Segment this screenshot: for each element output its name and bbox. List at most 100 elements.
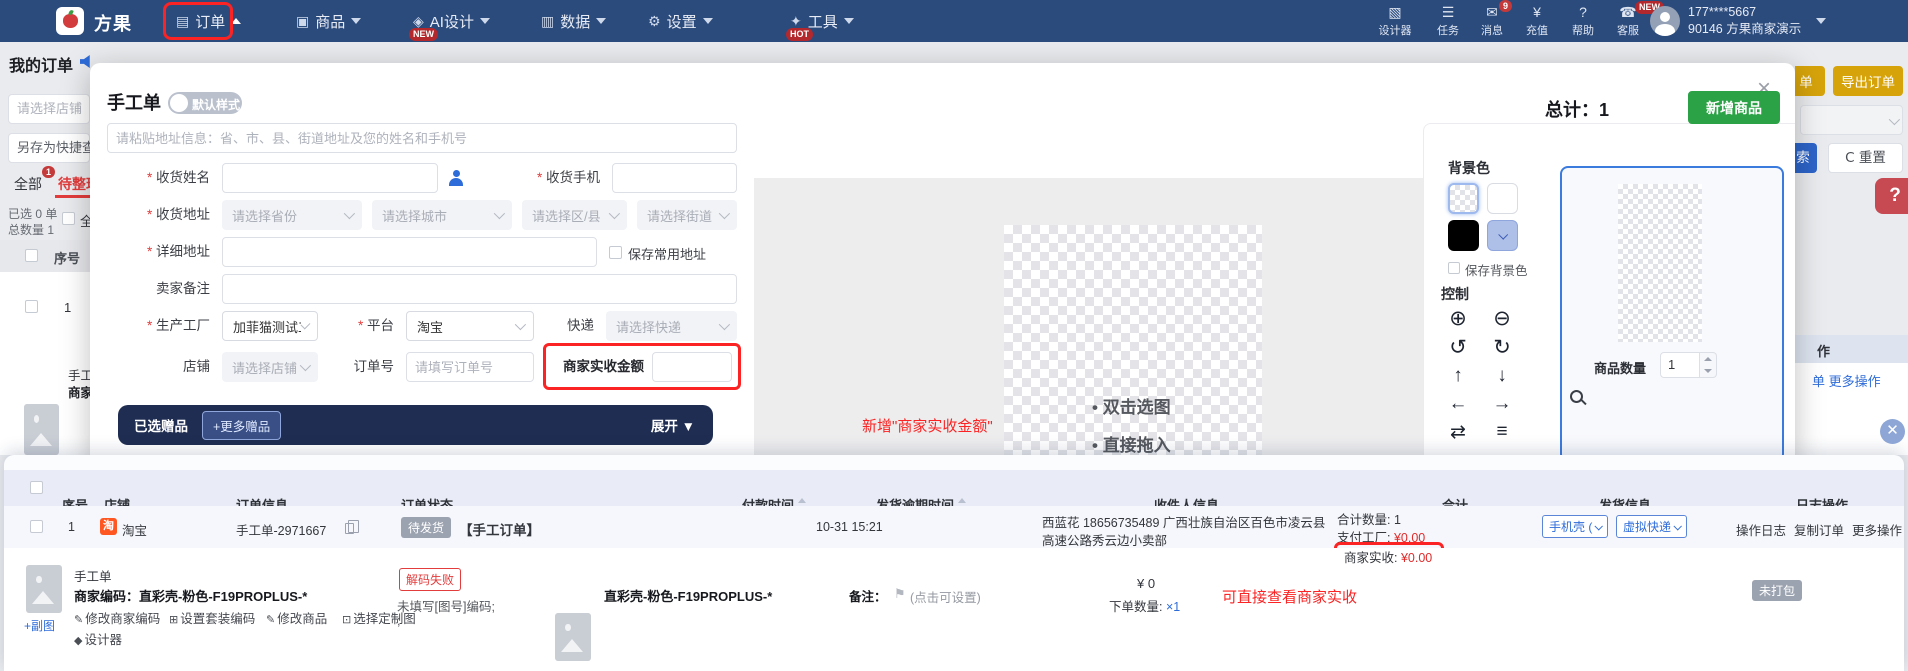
add-product-button[interactable]: 新增商品 [1688,91,1780,124]
move-up-icon[interactable]: ↑ [1446,365,1470,387]
set-suit-code-link[interactable]: ⊞ 设置套装编码 [169,608,255,627]
quick-designer[interactable]: ▧ 设计器 [1373,4,1417,38]
shop-filter-select[interactable]: 请选择店铺 [8,94,90,124]
tab-pending[interactable]: 待整理 [58,174,90,194]
op-log-link[interactable]: 操作日志 [1736,520,1786,539]
print-order-button-fragment[interactable]: 单 [1795,66,1825,96]
case-type-chip[interactable]: 手机壳 ( [1542,515,1609,538]
preview-zoom-icon[interactable] [1570,390,1583,403]
help-float-button[interactable]: ? [1875,178,1908,214]
receiver-name-input[interactable] [222,163,438,193]
expand-button[interactable]: 展开 ▼ [651,415,695,435]
nav-settings[interactable]: ⚙ 设置 [648,0,713,42]
virtual-express-chip[interactable]: 虚拟快递 [1616,515,1688,538]
express-select[interactable]: 请选择快递 [606,311,737,341]
product-card[interactable]: 商品数量 1 [1560,166,1784,462]
district-select[interactable]: 请选择区/县 [522,200,627,230]
name-label: 收货姓名 [128,163,210,193]
platform-select[interactable]: 淘宝 [406,311,534,341]
swatch-white[interactable] [1487,183,1518,214]
reset-button[interactable]: C 重置 [1828,143,1903,173]
account-merchant: 90146 方果商家演示 [1688,22,1802,36]
row-checkbox[interactable] [25,300,38,313]
default-style-toggle[interactable]: 默认样式 [168,92,242,114]
qty-stepper[interactable] [1700,352,1717,378]
copy-icon[interactable] [345,519,359,534]
account-caret-icon[interactable] [1816,18,1826,24]
zoom-in-icon[interactable]: ⊕ [1446,306,1470,331]
swatch-custom-dropdown[interactable] [1487,220,1518,251]
detail-address-input[interactable] [222,237,597,267]
announcement-icon[interactable] [80,55,90,68]
qty-input[interactable]: 1 [1660,352,1700,378]
receiver-phone-input[interactable] [612,163,737,193]
order-number: 手工单-2971667 [236,524,327,538]
merchant-amount-input[interactable] [652,352,732,382]
qty-down-icon[interactable] [1700,365,1716,377]
swatch-black[interactable] [1448,220,1479,251]
move-down-icon[interactable]: ↓ [1490,365,1514,387]
nav-data[interactable]: ▥ 数据 [541,0,607,42]
tab-all[interactable]: 全部 [14,174,42,194]
search-button-fragment[interactable]: 索 [1795,143,1817,173]
design-canvas[interactable]: 双击选图 直接拖入 新增"商家实收金额" [754,178,1423,470]
align-icon[interactable]: ≡ [1490,421,1514,443]
product-preview[interactable] [1618,184,1702,342]
ops-links-fragment[interactable]: 单 更多操作 [1812,371,1881,390]
canvas-transparent-area[interactable]: 双击选图 直接拖入 [1004,225,1262,470]
avatar[interactable] [1650,6,1680,36]
export-orders-button[interactable]: 导出订单 [1833,66,1903,96]
city-select[interactable]: 请选择城市 [372,200,512,230]
nav-orders[interactable]: ▤ 订单 [176,0,242,42]
sheet-header-checkbox[interactable] [30,481,43,494]
factory-select[interactable]: 加菲猫测试工厂 [222,311,318,341]
move-right-icon[interactable]: → [1490,393,1514,415]
rotate-left-icon[interactable]: ↺ [1446,335,1470,360]
quick-tasks[interactable]: ☰ 任务 [1426,4,1470,38]
sheet-close-icon[interactable]: ✕ [1880,419,1905,444]
taobao-icon: 淘 [100,518,117,535]
designer-link[interactable]: ◆ 设计器 [74,629,122,648]
brand-logo[interactable] [56,7,84,35]
sku-thumbnail[interactable] [555,613,591,661]
nav-goods[interactable]: ▣ 商品 [296,0,362,42]
contacts-icon[interactable] [448,170,464,186]
rotate-right-icon[interactable]: ↻ [1490,335,1514,360]
header-checkbox[interactable] [25,249,38,262]
orderno-input[interactable] [406,352,534,382]
flag-icon[interactable]: ⚑ [894,586,906,602]
edit-code-link[interactable]: ✎ 修改商家编码 [74,608,160,627]
quick-help[interactable]: ? 帮助 [1561,4,1605,38]
remark-hint[interactable]: (点击可设置) [910,587,981,606]
qty-up-icon[interactable] [1700,353,1716,365]
save-address-checkbox[interactable] [609,246,622,259]
addr-label: 收货地址 [128,200,210,230]
swatch-transparent[interactable] [1448,183,1479,214]
more-ops-link[interactable]: 更多操作 [1852,520,1902,539]
add-sub-image-link[interactable]: +副图 [24,617,55,634]
quick-recharge[interactable]: ¥ 充值 [1515,4,1559,38]
row-no: 1 [64,300,72,315]
move-left-icon[interactable]: ← [1446,393,1470,415]
more-gifts-button[interactable]: +更多赠品 [202,410,282,440]
seller-remark-input[interactable] [222,274,737,304]
zoom-out-icon[interactable]: ⊖ [1490,306,1514,331]
flip-horizontal-icon[interactable]: ⇄ [1446,421,1470,444]
save-bg-checkbox[interactable] [1448,262,1460,274]
account-info[interactable]: 177****5667 90146 方果商家演示 [1688,4,1801,38]
product-thumbnail[interactable] [26,565,62,613]
ai-design-icon: ◈ [413,12,424,29]
copy-order-link[interactable]: 复制订单 [1794,520,1844,539]
street-select[interactable]: 请选择街道 [637,200,737,230]
save-address-label: 保存常用地址 [628,247,707,262]
order-row-checkbox[interactable] [30,520,43,533]
remark-label: 卖家备注 [156,281,210,296]
province-select[interactable]: 请选择省份 [222,200,362,230]
select-all-checkbox[interactable] [62,212,75,225]
edit-product-link[interactable]: ✎ 修改商品 [266,608,327,627]
quick-messages[interactable]: ✉ 消息 9 [1470,0,1514,38]
filter-select-fragment[interactable] [1800,105,1903,135]
paste-address-input[interactable] [107,123,737,153]
shop-select[interactable]: 请选择店铺 [222,352,318,382]
save-quick-query-button[interactable]: 另存为快捷查询 [8,133,90,163]
